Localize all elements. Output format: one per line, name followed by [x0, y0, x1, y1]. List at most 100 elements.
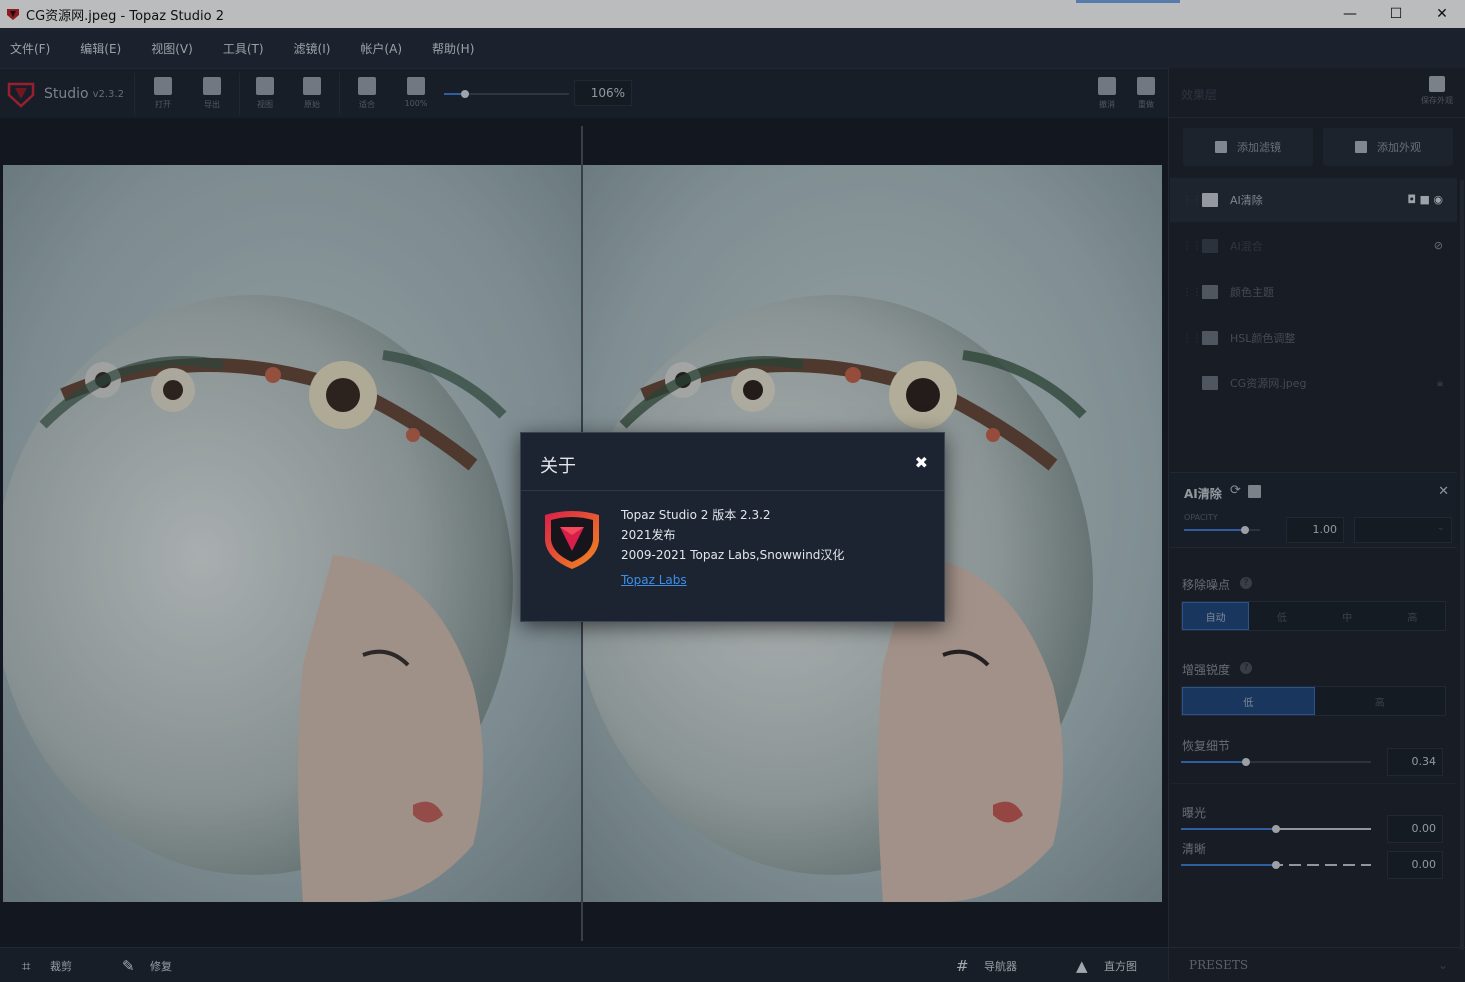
- export-button[interactable]: 导出: [192, 75, 232, 110]
- maximize-button[interactable]: ☐: [1373, 0, 1419, 28]
- open-button[interactable]: 打开: [143, 75, 183, 110]
- drag-handle-icon[interactable]: ⋮⋮: [1182, 195, 1202, 206]
- filter-title: AI清除: [1184, 487, 1222, 501]
- rainbow-icon: [1202, 331, 1218, 345]
- exposure-slider-handle[interactable]: [1272, 825, 1280, 833]
- navigator-button[interactable]: # 导航器: [956, 958, 1017, 974]
- crop-icon: ⌗: [22, 957, 31, 975]
- menu-filters[interactable]: 滤镜(I): [294, 40, 331, 57]
- zoom-slider[interactable]: [444, 90, 569, 98]
- original-button[interactable]: 原始: [292, 75, 332, 110]
- toolbar-divider: [339, 73, 340, 115]
- effects-panel-header: 效果层 保存外观: [1169, 68, 1465, 118]
- presets-label: PRESETS: [1189, 958, 1249, 972]
- visibility-off-icon[interactable]: ⊘: [1434, 239, 1443, 252]
- layer-actions[interactable]: ◘ ■ ◉: [1407, 193, 1443, 206]
- layer-hsl[interactable]: ⋮⋮ HSL颜色调整: [1170, 316, 1457, 360]
- clarity-slider-handle[interactable]: [1272, 861, 1280, 869]
- detail-slider-fill: [1181, 761, 1246, 763]
- about-dialog: 关于 ✖ Topaz Studio 2 版本 2.3.2 2021发布 2009…: [520, 432, 945, 622]
- help-icon[interactable]: ?: [1240, 577, 1252, 589]
- menu-edit[interactable]: 编辑(E): [80, 40, 121, 57]
- save-look-button[interactable]: 保存外观: [1419, 76, 1455, 106]
- drag-handle-icon[interactable]: ⋮⋮: [1182, 241, 1202, 252]
- undo-button[interactable]: 撤消: [1087, 75, 1127, 110]
- view-button[interactable]: 视图: [245, 75, 285, 110]
- taskbar-highlight: [1076, 0, 1180, 3]
- save-preset-icon[interactable]: [1248, 485, 1261, 498]
- exposure-value[interactable]: 0.00: [1387, 815, 1443, 843]
- reset-icon[interactable]: ⟳: [1230, 483, 1241, 498]
- minimize-button[interactable]: —: [1327, 0, 1373, 28]
- opacity-value[interactable]: 1.00: [1286, 517, 1344, 543]
- layer-base-image[interactable]: ⋮⋮ CG资源网.jpeg 🔒︎: [1170, 361, 1457, 405]
- layer-label: 颜色主题: [1230, 286, 1274, 299]
- close-filter-icon[interactable]: ✕: [1438, 484, 1449, 499]
- topaz-logo-icon: [545, 511, 599, 569]
- palette-icon: [1202, 285, 1218, 299]
- detail-slider-handle[interactable]: [1241, 758, 1250, 766]
- fit-button[interactable]: 适合: [347, 75, 387, 110]
- panel-scrollbar[interactable]: [1460, 180, 1464, 950]
- noise-option-medium[interactable]: 中: [1315, 602, 1380, 630]
- actual-size-icon: [407, 77, 425, 95]
- redo-button[interactable]: 重做: [1126, 75, 1166, 110]
- lock-icon: 🔒︎: [1437, 376, 1443, 389]
- drag-handle-icon: ⋮⋮: [1182, 378, 1196, 389]
- split-view-icon: [256, 77, 274, 95]
- ai-clear-filter-header: AI清除 ⟳ ✕ OPACITY 1.00 ⌄: [1170, 472, 1457, 548]
- sharpen-option-low[interactable]: 低: [1182, 687, 1315, 715]
- layer-ai-clear[interactable]: ⋮⋮ AI清除 ◘ ■ ◉: [1170, 178, 1457, 222]
- exposure-slider[interactable]: [1181, 825, 1371, 833]
- presets-bar[interactable]: PRESETS ⌄: [1169, 947, 1465, 981]
- add-filter-button[interactable]: 添加滤镜: [1183, 128, 1313, 166]
- menu-tools[interactable]: 工具(T): [223, 40, 264, 57]
- repair-button[interactable]: ✎ 修复: [122, 958, 172, 974]
- about-dialog-header: 关于 ✖: [521, 433, 944, 491]
- crop-button[interactable]: ⌗ 裁剪: [22, 958, 72, 974]
- clarity-slider[interactable]: [1181, 861, 1371, 869]
- fit-label: 适合: [359, 100, 375, 109]
- about-info: Topaz Studio 2 版本 2.3.2 2021发布 2009-2021…: [621, 505, 844, 590]
- remove-noise-segmented[interactable]: 自动 低 中 高: [1181, 601, 1446, 631]
- layer-ai-blend[interactable]: ⋮⋮ AI混合 ⊘: [1170, 224, 1457, 268]
- crop-label: 裁剪: [50, 960, 72, 973]
- remove-noise-label: 移除噪点: [1182, 578, 1231, 592]
- zoom-value-field[interactable]: 106%: [574, 80, 632, 106]
- topaz-labs-link[interactable]: Topaz Labs: [621, 570, 844, 590]
- close-dialog-button[interactable]: ✖: [915, 453, 928, 472]
- sharpen-segmented[interactable]: 低 高: [1181, 686, 1446, 716]
- layer-color-theme[interactable]: ⋮⋮ 颜色主题: [1170, 270, 1457, 314]
- swap-icon: [1202, 239, 1218, 253]
- menu-view[interactable]: 视图(V): [151, 40, 193, 57]
- menu-account[interactable]: 帐户(A): [360, 40, 402, 57]
- layer-label: AI混合: [1230, 240, 1263, 253]
- about-dialog-body: Topaz Studio 2 版本 2.3.2 2021发布 2009-2021…: [521, 491, 944, 621]
- sharpen-option-high[interactable]: 高: [1315, 687, 1446, 715]
- noise-option-low[interactable]: 低: [1249, 602, 1314, 630]
- export-icon: [203, 77, 221, 95]
- help-icon[interactable]: ?: [1240, 662, 1252, 674]
- noise-option-auto[interactable]: 自动: [1182, 602, 1250, 630]
- view-label: 视图: [257, 100, 273, 109]
- drag-handle-icon[interactable]: ⋮⋮: [1182, 287, 1202, 298]
- drag-handle-icon[interactable]: ⋮⋮: [1182, 333, 1202, 344]
- image-icon: [1202, 376, 1218, 390]
- add-look-button[interactable]: 添加外观: [1323, 128, 1453, 166]
- zoom-100-button[interactable]: 100%: [396, 75, 436, 108]
- noise-option-high[interactable]: 高: [1380, 602, 1445, 630]
- navigator-label: 导航器: [984, 960, 1017, 973]
- clarity-value[interactable]: 0.00: [1387, 851, 1443, 879]
- menu-help[interactable]: 帮助(H): [432, 40, 474, 57]
- clarity-label: 清晰: [1182, 842, 1207, 856]
- opacity-slider-handle[interactable]: [1240, 526, 1249, 534]
- opacity-slider[interactable]: [1184, 526, 1260, 534]
- effects-panel: 效果层 保存外观 添加滤镜 添加外观 ⋮⋮ AI清除 ◘ ■ ◉ ⋮⋮ AI混合…: [1168, 68, 1465, 981]
- detail-slider[interactable]: [1181, 758, 1371, 766]
- zoom-slider-handle[interactable]: [461, 90, 469, 98]
- close-window-button[interactable]: ✕: [1419, 0, 1465, 28]
- blend-mode-select[interactable]: ⌄: [1354, 517, 1452, 543]
- histogram-button[interactable]: ▲ 直方图: [1076, 958, 1137, 974]
- menu-file[interactable]: 文件(F): [10, 40, 50, 57]
- detail-value[interactable]: 0.34: [1387, 748, 1443, 776]
